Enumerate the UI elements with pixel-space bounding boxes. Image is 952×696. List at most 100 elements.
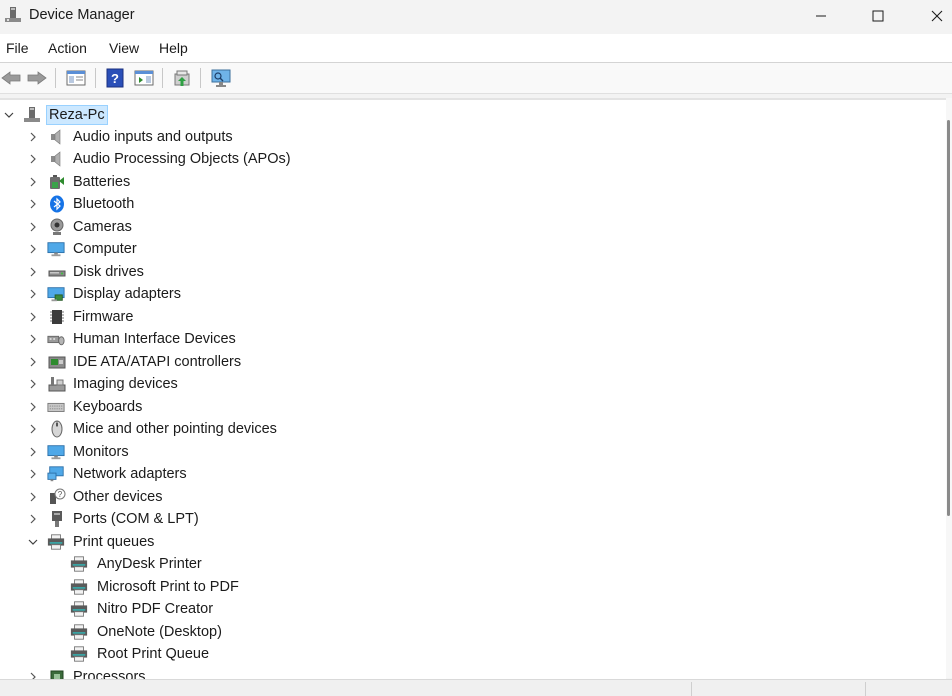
toolbar-separator (95, 68, 96, 88)
tree-category-label[interactable]: Imaging devices (73, 373, 178, 395)
menu-action[interactable]: Action (48, 40, 87, 56)
status-divider (691, 682, 692, 696)
tree-category-label[interactable]: Bluetooth (73, 193, 134, 215)
close-button[interactable] (908, 0, 952, 32)
tree-device-row[interactable]: Microsoft Print to PDF (0, 576, 946, 598)
tree-category-row[interactable]: Disk drives (0, 261, 946, 283)
tree-category-row[interactable]: Audio inputs and outputs (0, 126, 946, 148)
tree-category-row[interactable]: Imaging devices (0, 373, 946, 395)
expand-toggle[interactable] (28, 402, 38, 412)
tree-category-label[interactable]: Batteries (73, 171, 130, 193)
tree-category-row[interactable]: Print queues (0, 531, 946, 553)
back-arrow-icon (1, 71, 21, 85)
tree-category-row[interactable]: Cameras (0, 216, 946, 238)
chevron-down-icon (28, 539, 38, 545)
tree-category-label[interactable]: Ports (COM & LPT) (73, 508, 199, 530)
tree-category-label[interactable]: Mice and other pointing devices (73, 418, 277, 440)
expand-toggle[interactable] (28, 289, 38, 299)
tree-category-row[interactable]: Mice and other pointing devices (0, 418, 946, 440)
expand-toggle[interactable] (28, 379, 38, 389)
tree-category-row[interactable]: Network adapters (0, 463, 946, 485)
update-driver-icon (174, 70, 190, 86)
update-driver-button[interactable] (171, 68, 193, 88)
tree-category-row[interactable]: Display adapters (0, 283, 946, 305)
expand-toggle[interactable] (28, 132, 38, 142)
chevron-right-icon (30, 357, 36, 367)
show-hide-tree-button[interactable] (65, 68, 87, 88)
menu-help[interactable]: Help (159, 40, 188, 56)
tree-category-label[interactable]: Audio Processing Objects (APOs) (73, 148, 291, 170)
toolbar-separator (200, 68, 201, 88)
tree-device-label[interactable]: Root Print Queue (97, 643, 209, 665)
tree-category-label[interactable]: Processors (73, 666, 146, 680)
expand-toggle[interactable] (28, 334, 38, 344)
tree-category-label[interactable]: IDE ATA/ATAPI controllers (73, 351, 241, 373)
expand-toggle[interactable] (28, 244, 38, 254)
tree-category-label[interactable]: Audio inputs and outputs (73, 126, 233, 148)
scrollbar-thumb[interactable] (947, 120, 950, 516)
expand-toggle[interactable] (28, 492, 38, 502)
menu-view[interactable]: View (109, 40, 139, 56)
tree-category-label[interactable]: Computer (73, 238, 137, 260)
tree-category-row[interactable]: Audio Processing Objects (APOs) (0, 148, 946, 170)
toolbar: ? (0, 62, 952, 94)
vertical-scrollbar[interactable] (946, 98, 952, 678)
tree-category-row[interactable]: Batteries (0, 171, 946, 193)
expand-toggle[interactable] (28, 357, 38, 367)
tree-device-row[interactable]: Root Print Queue (0, 643, 946, 665)
forward-button[interactable] (26, 68, 48, 88)
tree-category-row[interactable]: Bluetooth (0, 193, 946, 215)
expand-toggle[interactable] (28, 537, 38, 547)
tree-device-row[interactable]: AnyDesk Printer (0, 553, 946, 575)
tree-category-label[interactable]: Keyboards (73, 396, 142, 418)
tree-root-row[interactable]: Reza-Pc (0, 104, 946, 126)
tree-category-row[interactable]: Processors (0, 666, 946, 680)
tree-device-label[interactable]: Nitro PDF Creator (97, 598, 213, 620)
expand-toggle[interactable] (28, 312, 38, 322)
expand-toggle[interactable] (28, 199, 38, 209)
tree-category-row[interactable]: Ports (COM & LPT) (0, 508, 946, 530)
tree-device-label[interactable]: AnyDesk Printer (97, 553, 202, 575)
tree-category-label[interactable]: Monitors (73, 441, 129, 463)
tree-device-row[interactable]: Nitro PDF Creator (0, 598, 946, 620)
expand-toggle[interactable] (28, 154, 38, 164)
expand-toggle[interactable] (28, 177, 38, 187)
expand-toggle[interactable] (28, 447, 38, 457)
help-button[interactable]: ? (104, 68, 126, 88)
tree-device-label[interactable]: OneNote (Desktop) (97, 621, 222, 643)
expand-toggle[interactable] (28, 267, 38, 277)
tree-category-label[interactable]: Human Interface Devices (73, 328, 236, 350)
expand-toggle[interactable] (28, 469, 38, 479)
tree-category-row[interactable]: Human Interface Devices (0, 328, 946, 350)
action-pane-button[interactable] (133, 68, 155, 88)
tree-device-label[interactable]: Microsoft Print to PDF (97, 576, 239, 598)
expand-toggle[interactable] (28, 424, 38, 434)
expand-toggle[interactable] (28, 514, 38, 524)
chevron-right-icon (30, 447, 36, 457)
expand-toggle[interactable] (28, 222, 38, 232)
tree-category-label[interactable]: Disk drives (73, 261, 144, 283)
tree-category-row[interactable]: IDE ATA/ATAPI controllers (0, 351, 946, 373)
tree-category-label[interactable]: Firmware (73, 306, 133, 328)
minimize-button[interactable] (792, 0, 850, 32)
scan-hardware-button[interactable] (210, 68, 232, 88)
tree-category-row[interactable]: Computer (0, 238, 946, 260)
back-button[interactable] (0, 68, 22, 88)
tree-category-label[interactable]: Other devices (73, 486, 162, 508)
tree-category-label[interactable]: Display adapters (73, 283, 181, 305)
expand-toggle[interactable] (4, 110, 14, 120)
tree-category-row[interactable]: Monitors (0, 441, 946, 463)
action-pane-icon (134, 70, 154, 86)
tree-category-row[interactable]: Firmware (0, 306, 946, 328)
tree-category-row[interactable]: Keyboards (0, 396, 946, 418)
tree-device-row[interactable]: OneNote (Desktop) (0, 621, 946, 643)
tree-category-label[interactable]: Network adapters (73, 463, 187, 485)
device-tree[interactable]: Reza-Pc Audio inputs and outputs Audio P… (0, 98, 946, 680)
menu-bar: File Action View Help (0, 34, 952, 62)
tree-category-label[interactable]: Cameras (73, 216, 132, 238)
tree-category-label[interactable]: Print queues (73, 531, 154, 553)
maximize-button[interactable] (849, 0, 907, 32)
menu-file[interactable]: File (6, 40, 29, 56)
tree-root-label[interactable]: Reza-Pc (46, 105, 108, 125)
tree-category-row[interactable]: ? Other devices (0, 486, 946, 508)
